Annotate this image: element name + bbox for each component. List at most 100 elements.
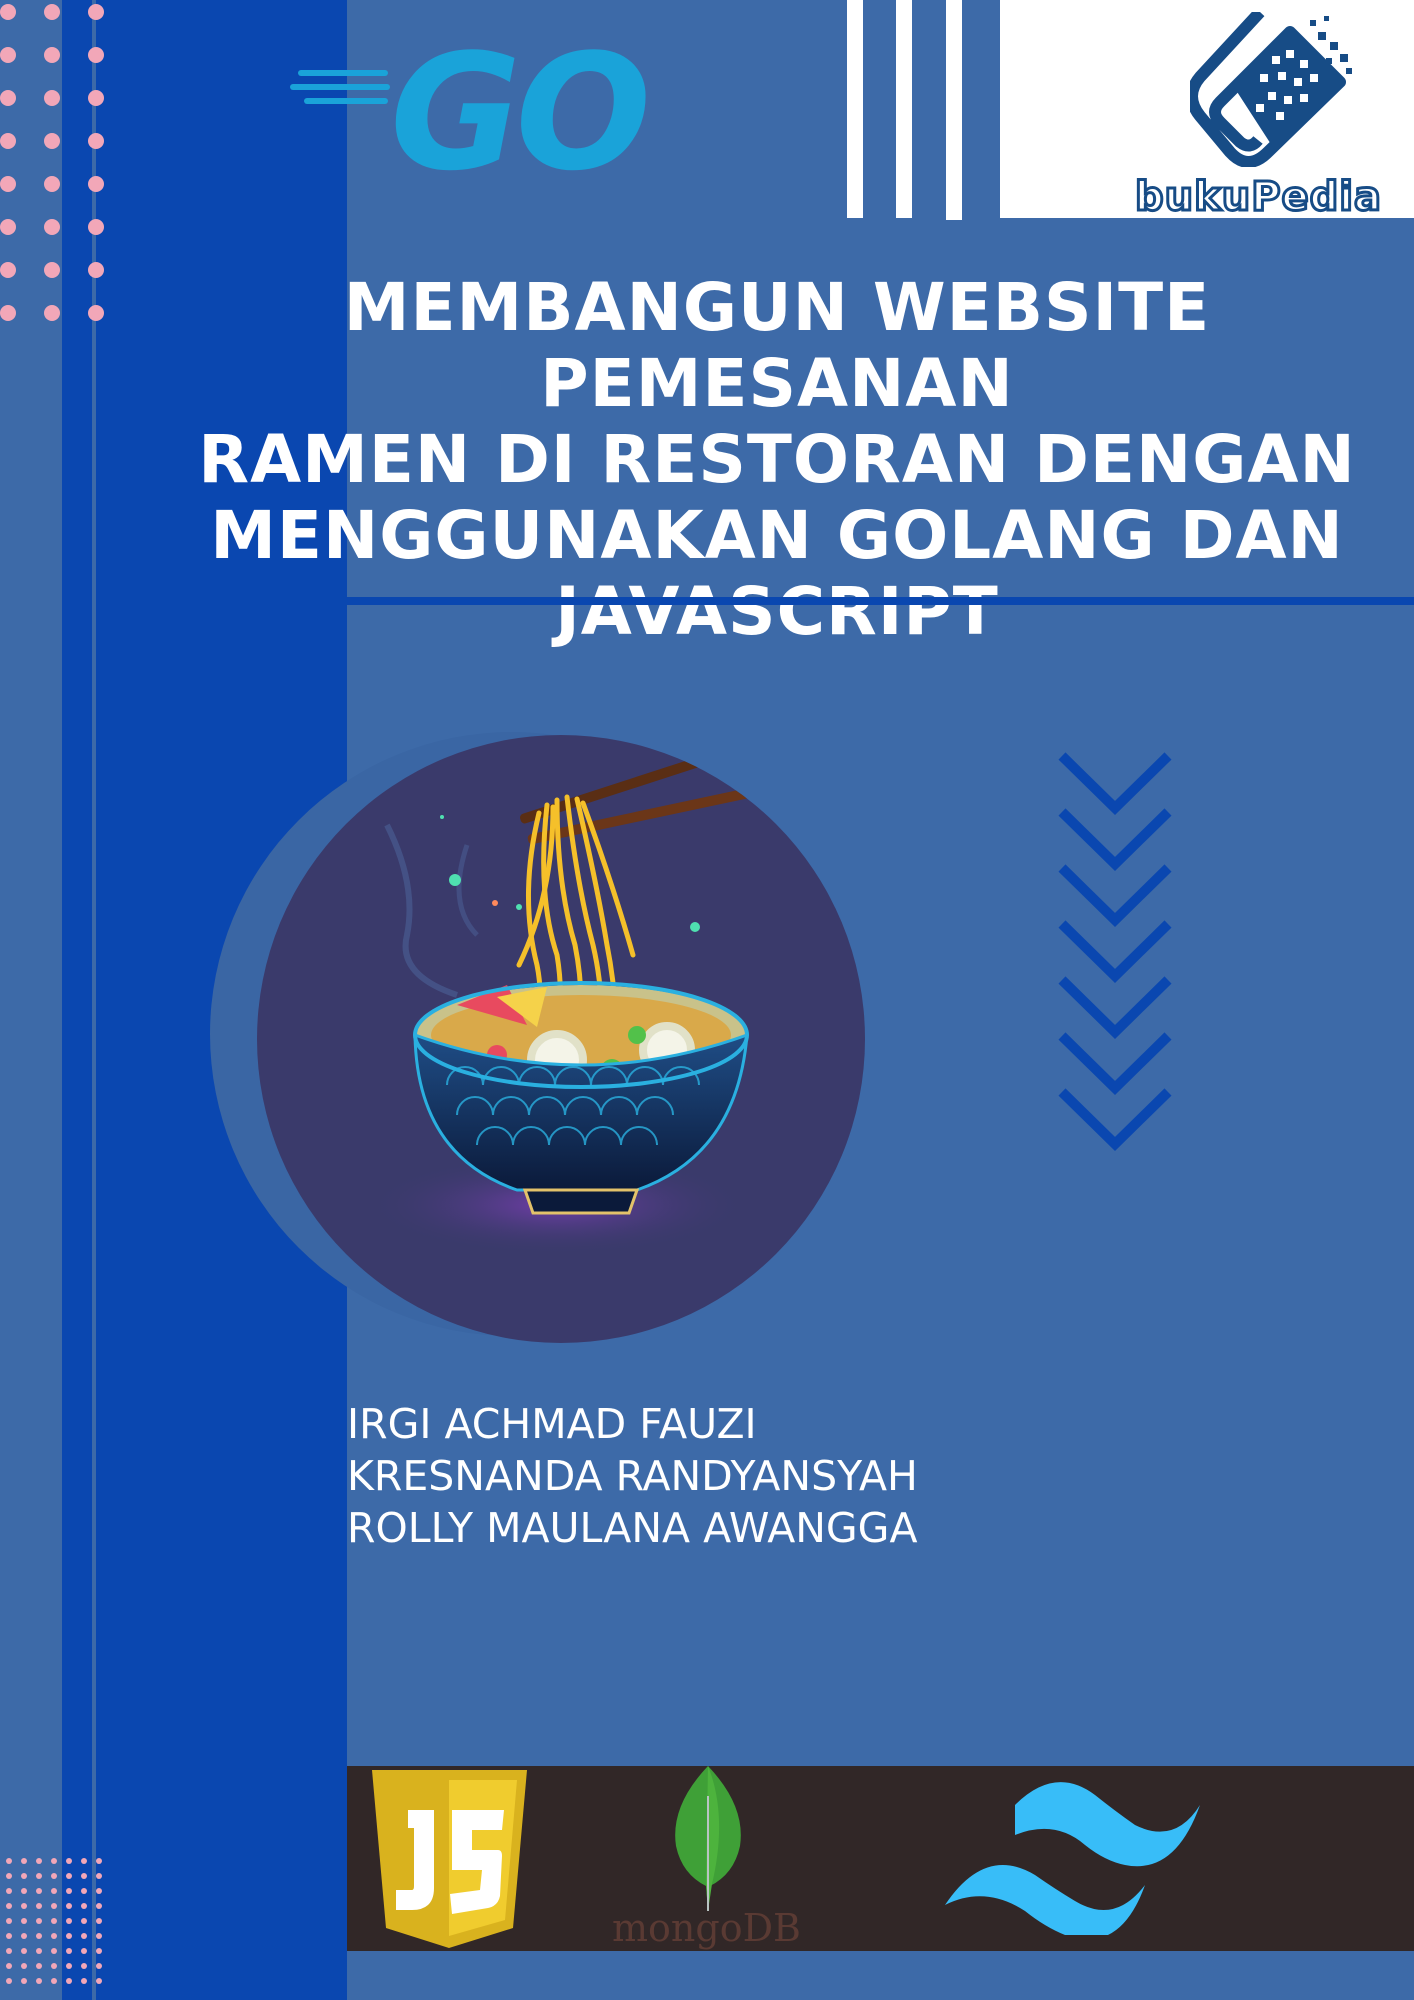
pink-dot [51, 1873, 57, 1879]
title-line: RAMEN DI RESTORAN DENGAN [198, 421, 1356, 498]
pink-dot [36, 1933, 42, 1939]
pink-dot [66, 1918, 72, 1924]
author-name: ROLLY MAULANA AWANGGA [347, 1504, 918, 1552]
tailwind-logo [945, 1782, 1200, 1935]
pink-dot [96, 1888, 102, 1894]
pink-dot [66, 1933, 72, 1939]
pink-dot [0, 133, 16, 149]
white-vertical-bar [896, 0, 912, 218]
pink-dot [96, 1918, 102, 1924]
pink-dot [96, 1933, 102, 1939]
pink-dot [81, 1933, 87, 1939]
pink-dot [88, 133, 104, 149]
pink-dot [96, 1978, 102, 1984]
pink-dot [6, 1933, 12, 1939]
pink-dot [44, 133, 60, 149]
pink-dot [81, 1963, 87, 1969]
pink-dot [66, 1948, 72, 1954]
pink-dot [44, 47, 60, 63]
book-title: MEMBANGUN WEBSITE PEMESANAN RAMEN DI RES… [140, 270, 1414, 650]
illustration-circle [257, 735, 865, 1343]
pink-dot [96, 1873, 102, 1879]
pink-dot [6, 1948, 12, 1954]
pink-dot [51, 1933, 57, 1939]
pink-dot [51, 1858, 57, 1864]
pink-dot [21, 1933, 27, 1939]
pink-dot [36, 1948, 42, 1954]
pink-dot [21, 1963, 27, 1969]
pink-dot [44, 4, 60, 20]
javascript-logo [372, 1770, 527, 1948]
go-logo-text: GO [390, 20, 646, 180]
pink-dot [96, 1963, 102, 1969]
pink-dot [36, 1888, 42, 1894]
pink-dot [36, 1918, 42, 1924]
pink-dot [66, 1888, 72, 1894]
pink-dot [0, 305, 16, 321]
pink-dot [36, 1903, 42, 1909]
pink-dot [96, 1858, 102, 1864]
pink-dot [81, 1903, 87, 1909]
book-cover: GO bukuPedia MEMBANGUN WEBSITE PEMESANAN… [0, 0, 1414, 2000]
pink-dot-pattern-top [0, 4, 104, 321]
ramen-bowl-illustration [367, 741, 764, 1255]
pink-dot [88, 4, 104, 20]
pink-dot [21, 1858, 27, 1864]
pink-dot [0, 262, 16, 278]
pink-dot [21, 1948, 27, 1954]
chevron-down-icon [1058, 752, 1172, 1152]
white-vertical-bar [946, 0, 962, 220]
pink-dot [6, 1858, 12, 1864]
pink-dot [51, 1963, 57, 1969]
pink-dot [21, 1903, 27, 1909]
mongodb-wordmark: mongoDB [612, 1906, 801, 1950]
pink-dot [81, 1918, 87, 1924]
pink-dot [36, 1858, 42, 1864]
pink-dot [6, 1978, 12, 1984]
pink-dot [6, 1918, 12, 1924]
pink-dot [0, 47, 16, 63]
pink-dot [81, 1978, 87, 1984]
pink-dot [36, 1873, 42, 1879]
pink-dot [0, 90, 16, 106]
pink-dot [66, 1903, 72, 1909]
pink-dot [81, 1948, 87, 1954]
white-vertical-bar [847, 0, 863, 218]
pink-dot [51, 1903, 57, 1909]
pink-dot [96, 1948, 102, 1954]
pink-dot [51, 1918, 57, 1924]
author-name: KRESNANDA RANDYANSYAH [347, 1452, 918, 1500]
pink-dot [36, 1963, 42, 1969]
pink-dot [0, 219, 16, 235]
pink-dot [6, 1888, 12, 1894]
pink-dot-pattern-bottom [6, 1858, 102, 1984]
pink-dot [88, 176, 104, 192]
pink-dot [0, 4, 16, 20]
pink-dot [51, 1948, 57, 1954]
pink-dot [66, 1873, 72, 1879]
pink-dot [88, 47, 104, 63]
bukupedia-book-icon [1190, 12, 1352, 167]
go-logo: GO [290, 20, 652, 180]
pink-dot [21, 1873, 27, 1879]
pink-dot [96, 1903, 102, 1909]
pink-dot [51, 1978, 57, 1984]
pink-dot [21, 1888, 27, 1894]
pink-dot [88, 219, 104, 235]
author-list: IRGI ACHMAD FAUZI KRESNANDA RANDYANSYAH … [347, 1398, 918, 1554]
pink-dot [81, 1888, 87, 1894]
title-divider [347, 597, 1414, 605]
pink-dot [88, 262, 104, 278]
title-line: JAVASCRIPT [555, 573, 999, 650]
mongodb-leaf-icon [675, 1766, 741, 1911]
pink-dot [81, 1873, 87, 1879]
pink-dot [44, 90, 60, 106]
pink-dot [6, 1903, 12, 1909]
pink-dot [36, 1978, 42, 1984]
pink-dot [6, 1873, 12, 1879]
publisher-name: bukuPedia [1134, 173, 1383, 222]
title-line: MEMBANGUN WEBSITE PEMESANAN [343, 269, 1211, 422]
title-line: MENGGUNAKAN GOLANG DAN [210, 497, 1344, 574]
pink-dot [44, 305, 60, 321]
pink-dot [88, 90, 104, 106]
